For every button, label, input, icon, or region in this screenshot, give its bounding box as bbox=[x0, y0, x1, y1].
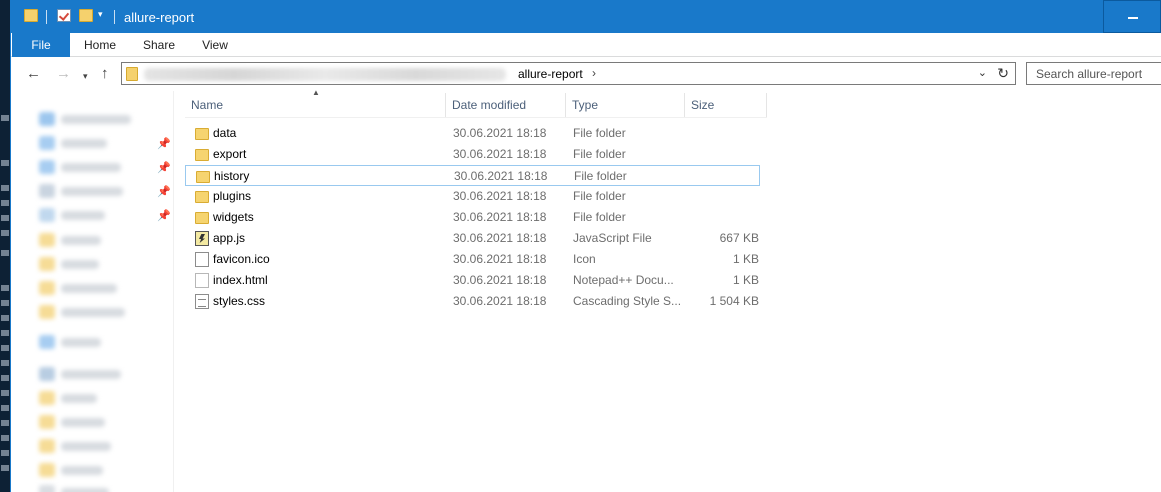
column-header-type[interactable]: Type bbox=[566, 93, 685, 117]
folder-icon bbox=[196, 171, 210, 183]
file-name: widgets bbox=[213, 210, 254, 224]
file-date: 30.06.2021 18:18 bbox=[453, 273, 547, 287]
file-date: 30.06.2021 18:18 bbox=[453, 210, 547, 224]
search-input[interactable] bbox=[1027, 63, 1161, 84]
javascript-file-icon bbox=[195, 231, 209, 246]
folder-icon bbox=[195, 128, 209, 140]
html-file-icon bbox=[195, 273, 209, 288]
minimize-button[interactable] bbox=[1103, 0, 1161, 33]
folder-icon bbox=[195, 149, 209, 161]
folder-icon[interactable] bbox=[24, 9, 38, 22]
file-date: 30.06.2021 18:18 bbox=[454, 169, 548, 183]
redacted-path bbox=[144, 68, 506, 81]
file-row-index-html[interactable]: index.html 30.06.2021 18:18 Notepad++ Do… bbox=[185, 270, 767, 291]
background-desktop-strip bbox=[0, 0, 10, 492]
file-row-export[interactable]: export 30.06.2021 18:18 File folder bbox=[185, 144, 767, 165]
column-header-date-modified[interactable]: Date modified bbox=[446, 93, 566, 117]
file-type: JavaScript File bbox=[573, 231, 652, 245]
file-type: File folder bbox=[573, 126, 626, 140]
header-divider bbox=[185, 117, 767, 118]
tab-share[interactable]: Share bbox=[136, 33, 182, 57]
file-name: data bbox=[213, 126, 237, 140]
file-date: 30.06.2021 18:18 bbox=[453, 147, 547, 161]
file-row-plugins[interactable]: plugins 30.06.2021 18:18 File folder bbox=[185, 186, 767, 207]
address-bar[interactable]: allure-report › ⌄ ↻ bbox=[121, 62, 1016, 85]
ribbon-tabs: File Home Share View bbox=[11, 33, 1161, 57]
search-box[interactable] bbox=[1026, 62, 1161, 85]
file-type: Icon bbox=[573, 252, 596, 266]
file-name: styles.css bbox=[213, 294, 266, 308]
toolbar-separator bbox=[114, 10, 115, 24]
properties-icon[interactable] bbox=[57, 9, 71, 22]
file-list: ▲ Name Date modified Type Size data 30.0… bbox=[175, 88, 1161, 492]
title-bar[interactable]: ▾ allure-report bbox=[11, 0, 1161, 33]
icon-file-icon bbox=[195, 252, 209, 267]
file-size: 667 KB bbox=[719, 231, 759, 245]
column-header-size[interactable]: Size bbox=[685, 93, 767, 117]
file-row-history[interactable]: history 30.06.2021 18:18 File folder bbox=[185, 165, 760, 186]
address-dropdown-icon[interactable]: ⌄ bbox=[978, 66, 987, 79]
file-type: Notepad++ Docu... bbox=[573, 273, 674, 287]
pin-icon: 📌 bbox=[157, 138, 171, 150]
refresh-icon[interactable]: ↻ bbox=[997, 65, 1009, 82]
file-date: 30.06.2021 18:18 bbox=[453, 126, 547, 140]
pin-icon: 📌 bbox=[157, 186, 171, 198]
file-explorer-window: ▾ allure-report File Home Share View ← →… bbox=[10, 0, 1161, 492]
pin-icon: 📌 bbox=[157, 210, 171, 222]
window-title: allure-report bbox=[124, 10, 195, 25]
navigation-pane[interactable]: 📌 📌 📌 📌 bbox=[11, 91, 174, 492]
tab-home[interactable]: Home bbox=[77, 33, 123, 57]
file-date: 30.06.2021 18:18 bbox=[453, 231, 547, 245]
file-name: favicon.ico bbox=[213, 252, 270, 266]
navigation-bar: ← → ▾ ↑ allure-report › ⌄ ↻ bbox=[11, 57, 1161, 91]
file-name: app.js bbox=[213, 231, 246, 245]
file-type: File folder bbox=[573, 147, 626, 161]
folder-icon bbox=[195, 212, 209, 224]
file-row-app-js[interactable]: app.js 30.06.2021 18:18 JavaScript File … bbox=[185, 228, 767, 249]
recent-locations-chevron-icon[interactable]: ▾ bbox=[83, 68, 88, 84]
breadcrumb-current-folder[interactable]: allure-report bbox=[518, 67, 583, 81]
folder-icon bbox=[195, 191, 209, 203]
breadcrumb-chevron-icon[interactable]: › bbox=[592, 66, 596, 80]
folder-icon bbox=[126, 67, 138, 81]
file-type: File folder bbox=[574, 169, 627, 183]
file-name: index.html bbox=[213, 273, 268, 287]
file-row-styles-css[interactable]: styles.css 30.06.2021 18:18 Cascading St… bbox=[185, 291, 767, 312]
back-arrow-icon[interactable]: ← bbox=[26, 66, 41, 82]
toolbar-separator bbox=[46, 10, 47, 24]
file-name: plugins bbox=[213, 189, 252, 203]
up-arrow-icon[interactable]: ↑ bbox=[101, 66, 109, 82]
file-row-widgets[interactable]: widgets 30.06.2021 18:18 File folder bbox=[185, 207, 767, 228]
file-row-favicon[interactable]: favicon.ico 30.06.2021 18:18 Icon 1 KB bbox=[185, 249, 767, 270]
pin-icon: 📌 bbox=[157, 162, 171, 174]
file-date: 30.06.2021 18:18 bbox=[453, 189, 547, 203]
tab-file[interactable]: File bbox=[12, 33, 70, 57]
new-folder-icon[interactable] bbox=[79, 9, 93, 22]
css-file-icon bbox=[195, 294, 209, 309]
tab-view[interactable]: View bbox=[194, 33, 236, 57]
file-name: export bbox=[213, 147, 247, 161]
file-date: 30.06.2021 18:18 bbox=[453, 252, 547, 266]
file-size: 1 KB bbox=[732, 252, 759, 266]
file-name: history bbox=[214, 169, 250, 183]
file-size: 1 504 KB bbox=[709, 294, 759, 308]
file-size: 1 KB bbox=[732, 273, 759, 287]
file-type: File folder bbox=[573, 210, 626, 224]
file-date: 30.06.2021 18:18 bbox=[453, 294, 547, 308]
file-type: File folder bbox=[573, 189, 626, 203]
forward-arrow-icon[interactable]: → bbox=[56, 66, 71, 82]
quick-access-dropdown-icon[interactable]: ▾ bbox=[98, 9, 103, 20]
file-row-data[interactable]: data 30.06.2021 18:18 File folder bbox=[185, 123, 767, 144]
file-type: Cascading Style S... bbox=[573, 294, 682, 308]
column-header-name[interactable]: Name bbox=[185, 93, 446, 117]
